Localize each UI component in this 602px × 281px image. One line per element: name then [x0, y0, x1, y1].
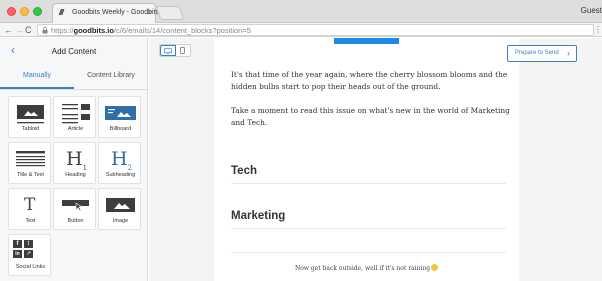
desktop-view-button[interactable]	[160, 45, 176, 56]
section-divider	[231, 228, 506, 229]
browser-tab-bar: /// Goodbits Weekly - Goodbits × Guest	[0, 0, 602, 23]
article-icon	[62, 104, 90, 124]
desktop-icon	[164, 47, 172, 54]
profile-name[interactable]: Guest	[581, 6, 602, 15]
image-icon	[106, 198, 135, 212]
new-tab-button[interactable]	[155, 6, 185, 20]
reload-icon[interactable]: C	[25, 23, 32, 37]
mobile-view-button[interactable]	[176, 45, 190, 56]
text-icon: T	[24, 195, 36, 215]
email-editor: It's that time of the year again, where …	[149, 38, 602, 281]
block-image[interactable]: Image	[98, 188, 141, 230]
block-label: Tabloid	[21, 126, 40, 132]
sidebar-tabs: Manually Content Library	[0, 63, 148, 90]
block-subheading[interactable]: H2 Subheading	[98, 142, 141, 184]
block-label: Subheading	[105, 172, 136, 178]
chevron-right-icon: ›	[567, 48, 570, 58]
section-divider	[231, 183, 506, 184]
header-accent-bar	[334, 38, 399, 44]
section-divider	[231, 252, 506, 253]
block-tabloid[interactable]: Tabloid	[8, 96, 51, 138]
block-label: Social Links	[15, 264, 46, 270]
goodbits-favicon-icon: ///	[59, 8, 64, 17]
sidebar-header: ‹ Add Content	[0, 38, 148, 63]
twitter-icon: t	[24, 240, 33, 248]
block-label: Article	[67, 126, 84, 132]
browser-tab[interactable]: /// Goodbits Weekly - Goodbits ×	[52, 3, 160, 23]
tab-title: Goodbits Weekly - Goodbits	[72, 9, 160, 16]
address-bar-row: ← → C https://goodbits.io/c/6/emails/14/…	[0, 23, 602, 37]
back-arrow-icon[interactable]: ←	[4, 23, 13, 37]
share-icon: ↗	[24, 250, 33, 258]
add-content-sidebar: ‹ Add Content Manually Content Library T…	[0, 38, 148, 281]
block-label: Button	[67, 218, 84, 224]
tabloid-icon	[17, 105, 44, 124]
subheading-icon: H2	[111, 148, 133, 172]
mobile-icon	[180, 46, 185, 54]
block-title-text[interactable]: Title & Text	[8, 142, 51, 184]
block-heading[interactable]: H1 Heading	[53, 142, 96, 184]
block-text[interactable]: T Text	[8, 188, 51, 230]
lock-icon	[42, 27, 48, 34]
section-heading-marketing[interactable]: Marketing	[231, 210, 506, 222]
block-label: Text	[25, 218, 36, 224]
close-window-button[interactable]	[7, 7, 16, 16]
url-input[interactable]: https://goodbits.io/c/6/emails/14/conten…	[37, 24, 594, 36]
linkedin-icon: in	[13, 250, 22, 258]
tab-content-library[interactable]: Content Library	[74, 72, 148, 79]
heading-icon: H1	[66, 148, 88, 172]
facebook-icon: f	[13, 240, 22, 248]
email-canvas[interactable]: It's that time of the year again, where …	[214, 38, 519, 281]
button-icon	[62, 200, 89, 212]
block-label: Billboard	[109, 126, 132, 132]
sweat-smile-emoji-icon	[431, 264, 439, 271]
title-text-icon	[16, 151, 45, 167]
social-links-icon: f t in ↗	[9, 235, 52, 267]
intro-paragraph-2[interactable]: Take a moment to read this issue on what…	[231, 105, 511, 129]
device-preview-toggle	[159, 44, 191, 57]
block-article[interactable]: Article	[53, 96, 96, 138]
block-label: Image	[112, 218, 129, 224]
section-heading-tech[interactable]: Tech	[231, 165, 506, 177]
footer-note[interactable]: Now get back outside, well if it's not r…	[214, 264, 519, 272]
block-label: Title & Text	[17, 172, 44, 178]
maximize-window-button[interactable]	[33, 7, 42, 16]
block-label: Heading	[65, 172, 86, 178]
block-billboard[interactable]: Billboard	[98, 96, 141, 138]
minimize-window-button[interactable]	[20, 7, 29, 16]
billboard-icon	[105, 106, 136, 120]
intro-paragraph[interactable]: It's that time of the year again, where …	[231, 69, 511, 93]
block-social-links[interactable]: f t in ↗ Social Links	[8, 234, 51, 276]
url-text: https://goodbits.io/c/6/emails/14/conten…	[51, 26, 251, 35]
browser-menu-icon[interactable]: ⋮	[594, 23, 602, 37]
tab-close-icon[interactable]: ×	[147, 8, 152, 17]
sidebar-title: Add Content	[51, 47, 97, 56]
block-button[interactable]: Button	[53, 188, 96, 230]
tab-manually[interactable]: Manually	[0, 72, 74, 79]
prepare-to-send-button[interactable]: Prepare to Send ›	[507, 45, 577, 62]
active-tab-indicator	[0, 87, 74, 89]
forward-arrow-icon[interactable]: →	[15, 23, 24, 37]
